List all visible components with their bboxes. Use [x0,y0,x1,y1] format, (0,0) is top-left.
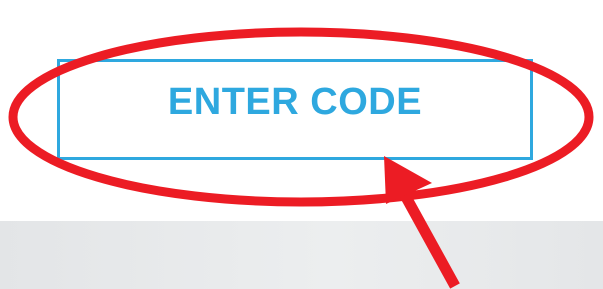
enter-code-button[interactable]: ENTER CODE [57,59,533,160]
gray-footer-bar [0,221,603,289]
enter-code-label: ENTER CODE [167,80,423,123]
